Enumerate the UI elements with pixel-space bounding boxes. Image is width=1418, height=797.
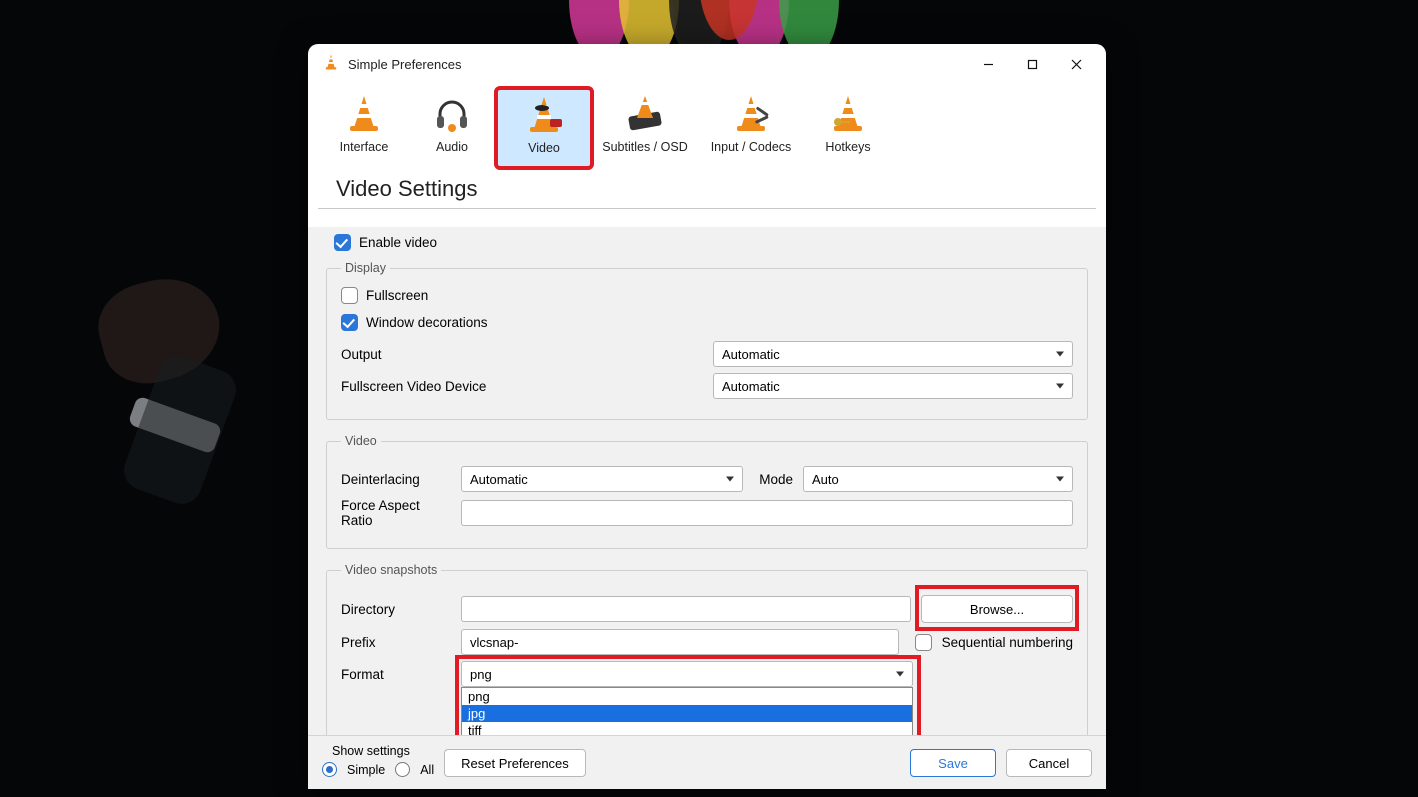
snapshots-legend: Video snapshots [341, 563, 441, 577]
display-group: Display Fullscreen Window decorations Ou… [326, 261, 1088, 420]
cone-icon [342, 92, 386, 136]
cone-video-icon [522, 93, 566, 137]
deinterlacing-label: Deinterlacing [341, 472, 451, 487]
directory-input[interactable] [461, 596, 911, 622]
fullscreen-device-label: Fullscreen Video Device [341, 379, 501, 394]
browse-button[interactable]: Browse... [921, 595, 1073, 623]
video-legend: Video [341, 434, 381, 448]
directory-label: Directory [341, 602, 451, 617]
format-select[interactable]: png [461, 661, 913, 687]
format-option-jpg[interactable]: jpg [462, 705, 912, 722]
category-hotkeys[interactable]: Hotkeys [804, 88, 892, 168]
category-subtitles[interactable]: Subtitles / OSD [592, 88, 698, 168]
reset-preferences-button[interactable]: Reset Preferences [444, 749, 586, 777]
preferences-dialog: Simple Preferences Interface Audio Video… [308, 44, 1106, 789]
category-label: Video [528, 141, 560, 155]
window-decorations-checkbox[interactable] [341, 314, 358, 331]
show-settings-group: Show settings Simple All [322, 744, 434, 777]
keyboard-icon [623, 92, 667, 136]
cone-key-icon [826, 92, 870, 136]
force-aspect-input[interactable] [461, 500, 1073, 526]
mode-value: Auto [812, 472, 839, 487]
category-label: Audio [436, 140, 468, 154]
page-title: Video Settings [318, 168, 1096, 209]
output-label: Output [341, 347, 501, 362]
category-video[interactable]: Video [496, 88, 592, 168]
fullscreen-label: Fullscreen [366, 288, 428, 303]
show-settings-all-label: All [420, 763, 434, 777]
category-label: Hotkeys [825, 140, 870, 154]
background-decor [549, 0, 869, 50]
prefix-label: Prefix [341, 635, 451, 650]
output-select[interactable]: Automatic [713, 341, 1073, 367]
output-value: Automatic [722, 347, 780, 362]
minimize-button[interactable] [966, 48, 1010, 80]
format-option-png[interactable]: png [462, 688, 912, 705]
format-dropdown-list: png jpg tiff [461, 687, 913, 735]
cone-tools-icon [729, 92, 773, 136]
deinterlacing-select[interactable]: Automatic [461, 466, 743, 492]
settings-content: Enable video Display Fullscreen Window d… [308, 227, 1106, 735]
background-decor [80, 280, 280, 540]
format-value: png [470, 667, 492, 682]
sequential-numbering-checkbox[interactable] [915, 634, 932, 651]
category-interface[interactable]: Interface [320, 88, 408, 168]
cancel-button[interactable]: Cancel [1006, 749, 1092, 777]
vlc-icon [322, 53, 348, 76]
category-audio[interactable]: Audio [408, 88, 496, 168]
prefix-input[interactable] [461, 629, 899, 655]
enable-video-label: Enable video [359, 235, 437, 250]
force-aspect-label: Force Aspect Ratio [341, 498, 451, 528]
category-label: Input / Codecs [711, 140, 792, 154]
show-settings-simple-label: Simple [347, 763, 385, 777]
enable-video-checkbox[interactable] [334, 234, 351, 251]
category-label: Interface [340, 140, 389, 154]
show-settings-label: Show settings [322, 744, 434, 758]
mode-select[interactable]: Auto [803, 466, 1073, 492]
window-title: Simple Preferences [348, 57, 461, 72]
fullscreen-device-select[interactable]: Automatic [713, 373, 1073, 399]
titlebar: Simple Preferences [308, 44, 1106, 84]
fullscreen-device-value: Automatic [722, 379, 780, 394]
format-option-tiff[interactable]: tiff [462, 722, 912, 735]
category-toolbar: Interface Audio Video Subtitles / OSD In… [308, 84, 1106, 168]
headphones-icon [430, 92, 474, 136]
show-settings-all-radio[interactable] [395, 762, 410, 777]
save-button[interactable]: Save [910, 749, 996, 777]
close-button[interactable] [1054, 48, 1098, 80]
dialog-footer: Show settings Simple All Reset Preferenc… [308, 735, 1106, 789]
format-label: Format [341, 667, 451, 682]
maximize-button[interactable] [1010, 48, 1054, 80]
category-input-codecs[interactable]: Input / Codecs [698, 88, 804, 168]
fullscreen-checkbox[interactable] [341, 287, 358, 304]
sequential-numbering-label: Sequential numbering [942, 635, 1073, 650]
display-legend: Display [341, 261, 390, 275]
window-decorations-label: Window decorations [366, 315, 488, 330]
mode-label: Mode [753, 472, 793, 487]
video-group: Video Deinterlacing Automatic Mode Auto … [326, 434, 1088, 549]
category-label: Subtitles / OSD [602, 140, 687, 154]
deinterlacing-value: Automatic [470, 472, 528, 487]
show-settings-simple-radio[interactable] [322, 762, 337, 777]
snapshots-group: Video snapshots Directory Browse... Pref… [326, 563, 1088, 735]
